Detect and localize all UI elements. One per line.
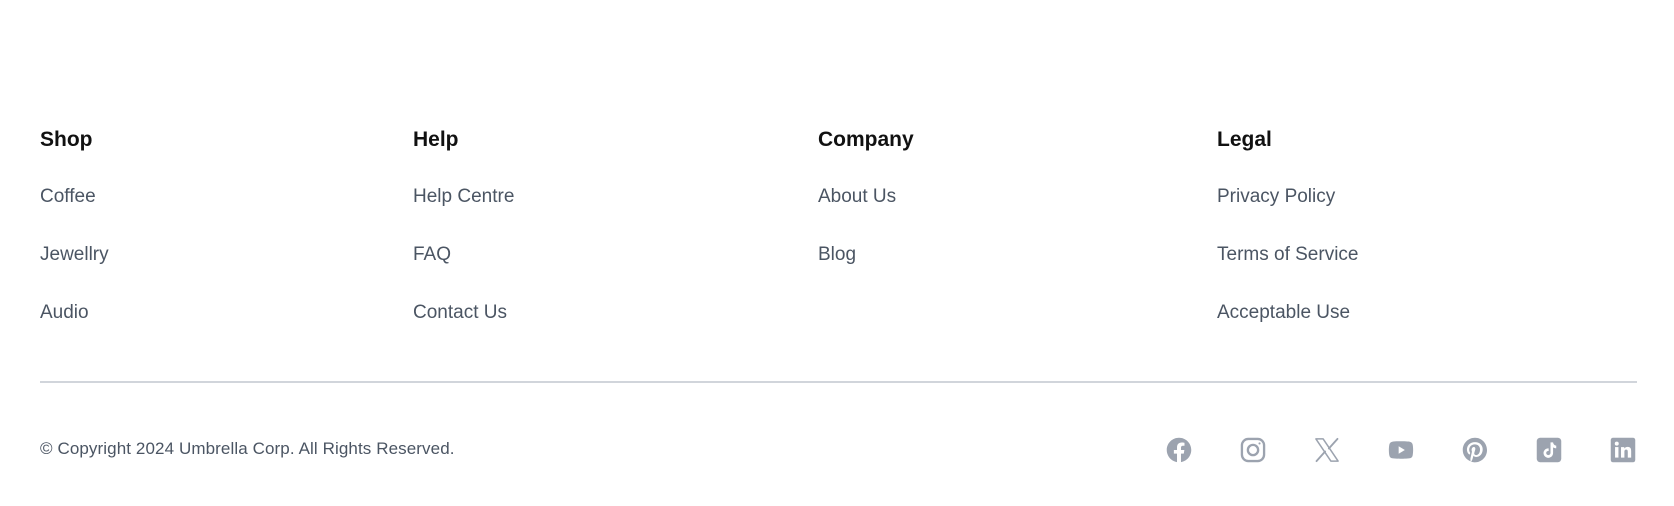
footer-divider (40, 381, 1637, 383)
footer-link-contact-us[interactable]: Contact Us (413, 302, 507, 323)
footer-column-shop: Shop Coffee Jewellry Audio (40, 127, 109, 359)
footer-links-company: About Us Blog (818, 185, 914, 301)
list-item: Audio (40, 301, 109, 359)
footer-links-shop: Coffee Jewellry Audio (40, 185, 109, 359)
list-item: Blog (818, 243, 914, 301)
social-links (1165, 436, 1637, 464)
footer-link-help-centre[interactable]: Help Centre (413, 186, 514, 207)
list-item: Privacy Policy (1217, 185, 1358, 243)
pinterest-icon[interactable] (1461, 436, 1489, 464)
list-item: Contact Us (413, 301, 514, 359)
list-item: About Us (818, 185, 914, 243)
footer-link-about-us[interactable]: About Us (818, 186, 896, 207)
copyright-text: © Copyright 2024 Umbrella Corp. All Righ… (40, 439, 455, 458)
footer-column-help: Help Help Centre FAQ Contact Us (413, 127, 514, 359)
footer-heading-shop: Shop (40, 128, 93, 151)
list-item: Acceptable Use (1217, 301, 1358, 359)
footer-heading-help: Help (413, 128, 459, 151)
youtube-icon[interactable] (1387, 436, 1415, 464)
list-item: FAQ (413, 243, 514, 301)
linkedin-icon[interactable] (1609, 436, 1637, 464)
footer-link-coffee[interactable]: Coffee (40, 186, 96, 207)
footer-link-privacy-policy[interactable]: Privacy Policy (1217, 186, 1335, 207)
footer-heading-legal: Legal (1217, 128, 1272, 151)
footer-link-acceptable-use[interactable]: Acceptable Use (1217, 302, 1350, 323)
list-item: Help Centre (413, 185, 514, 243)
tiktok-icon[interactable] (1535, 436, 1563, 464)
facebook-icon[interactable] (1165, 436, 1193, 464)
footer-links-help: Help Centre FAQ Contact Us (413, 185, 514, 359)
footer-column-company: Company About Us Blog (818, 127, 914, 301)
footer-link-faq[interactable]: FAQ (413, 244, 451, 265)
footer-link-audio[interactable]: Audio (40, 302, 89, 323)
footer-link-blog[interactable]: Blog (818, 244, 856, 265)
footer-column-legal: Legal Privacy Policy Terms of Service Ac… (1217, 127, 1358, 359)
footer-heading-company: Company (818, 128, 914, 151)
footer-links-legal: Privacy Policy Terms of Service Acceptab… (1217, 185, 1358, 359)
list-item: Terms of Service (1217, 243, 1358, 301)
footer-link-jewellry[interactable]: Jewellry (40, 244, 109, 265)
instagram-icon[interactable] (1239, 436, 1267, 464)
list-item: Coffee (40, 185, 109, 243)
x-twitter-icon[interactable] (1313, 436, 1341, 464)
list-item: Jewellry (40, 243, 109, 301)
footer-link-terms-of-service[interactable]: Terms of Service (1217, 244, 1358, 265)
site-footer: Shop Coffee Jewellry Audio Help Help Cen… (40, 0, 1637, 506)
